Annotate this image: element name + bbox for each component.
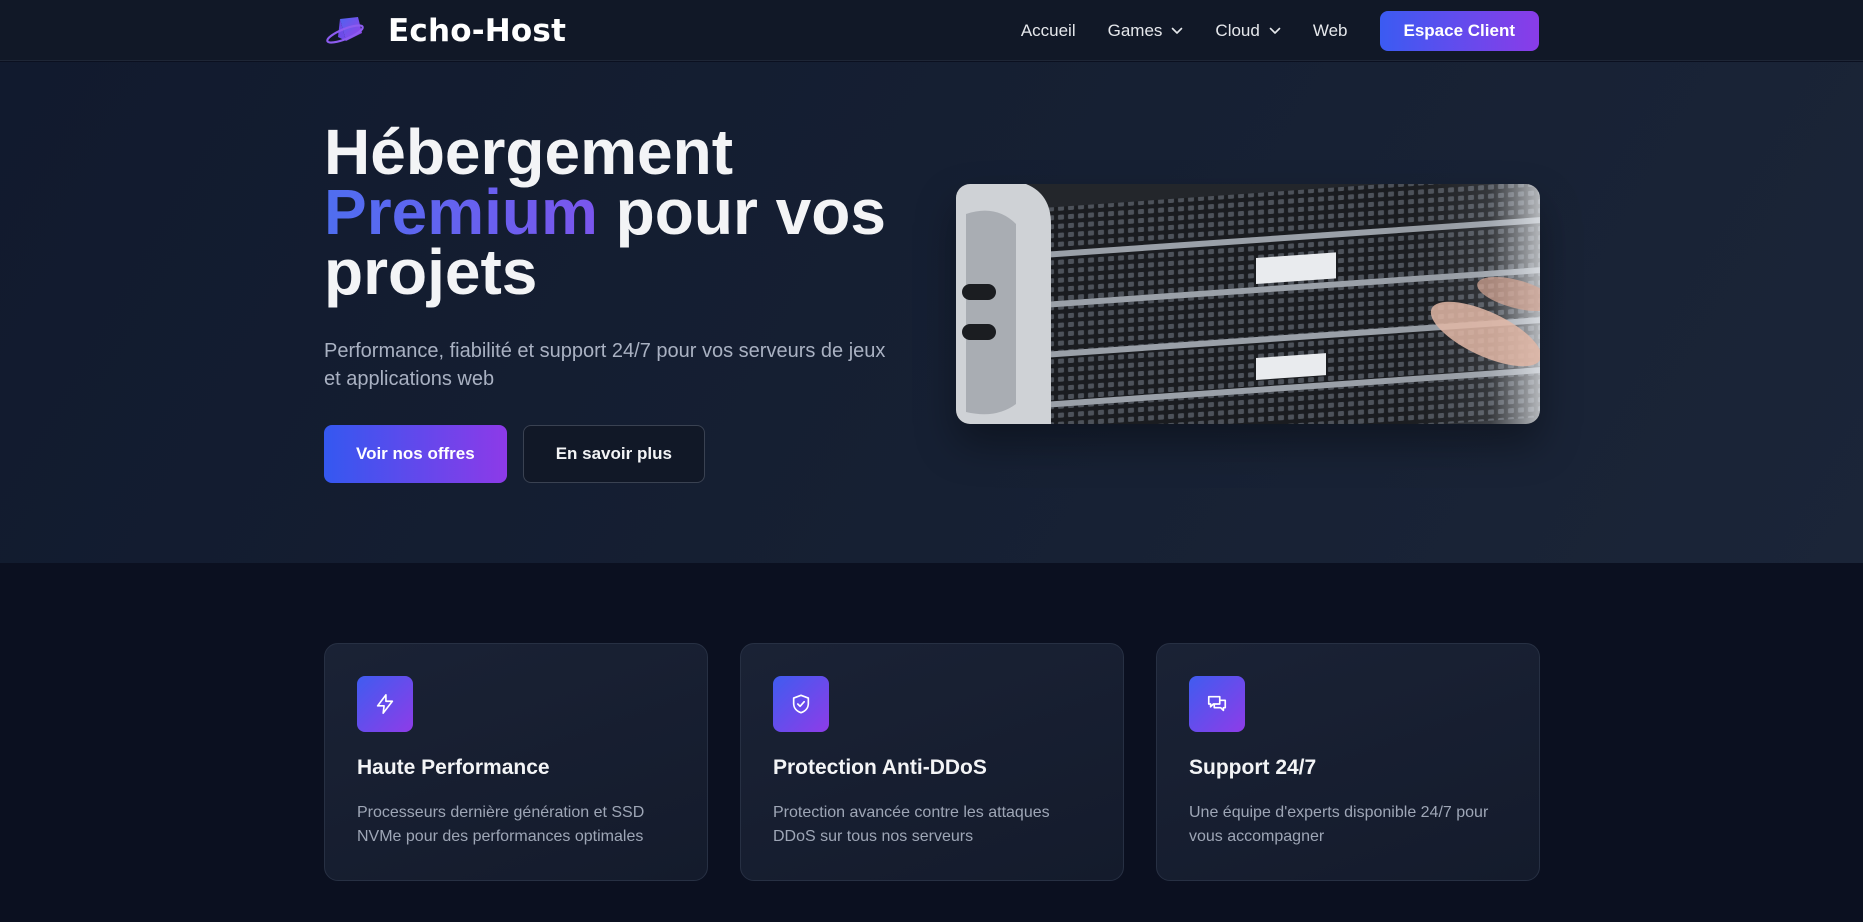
nav-cloud-label: Cloud (1215, 20, 1260, 40)
view-offers-button[interactable]: Voir nos offres (324, 425, 507, 483)
feature-card-ddos: Protection Anti-DDoS Protection avancée … (740, 643, 1124, 881)
navbar: Echo-Host Accueil Games Cloud Web Espace… (0, 0, 1863, 61)
feature-card-support: Support 24/7 Une équipe d'experts dispon… (1156, 643, 1540, 881)
server-rack-image (956, 184, 1540, 424)
brand-name: Echo-Host (388, 12, 567, 49)
features-section: Haute Performance Processeurs dernière g… (0, 563, 1863, 922)
main-nav: Accueil Games Cloud Web Espace Client (1021, 10, 1539, 51)
hero-subtitle: Performance, fiabilité et support 24/7 p… (324, 340, 886, 390)
brand[interactable]: Echo-Host (324, 13, 566, 49)
nav-web[interactable]: Web (1313, 21, 1348, 41)
server-rack-illustration (956, 184, 1540, 424)
feature-text: Protection avancée contre les attaques D… (773, 804, 1050, 845)
feature-icon-badge (1189, 676, 1245, 732)
nav-cloud[interactable]: Cloud (1215, 20, 1281, 41)
hero-title: Hébergement Premium pour vos projets (324, 120, 944, 304)
feature-title: Haute Performance (357, 756, 550, 779)
navbar-inner: Echo-Host Accueil Games Cloud Web Espace… (324, 0, 1539, 61)
feature-text: Une équipe d'experts disponible 24/7 pou… (1189, 804, 1489, 845)
hero-title-line2: pour vos (597, 176, 886, 248)
nav-web-label: Web (1312, 20, 1348, 40)
feature-title: Support 24/7 (1189, 756, 1317, 779)
hero-actions: Voir nos offres En savoir plus (324, 425, 705, 483)
nav-accueil[interactable]: Accueil (1021, 21, 1076, 41)
feature-text: Processeurs dernière génération et SSD N… (357, 804, 645, 845)
hero-section: Hébergement Premium pour vos projets Per… (0, 62, 1863, 563)
feature-card-performance: Haute Performance Processeurs dernière g… (324, 643, 708, 881)
shield-check-icon (792, 694, 810, 714)
nav-games[interactable]: Games (1108, 21, 1184, 41)
lightning-icon (376, 694, 394, 714)
planet-logo-icon (326, 16, 364, 44)
chevron-down-icon (1172, 27, 1183, 34)
feature-title: Protection Anti-DDoS (773, 756, 987, 779)
nav-games-label: Games (1107, 20, 1163, 40)
hero-title-line3: projets (324, 236, 538, 308)
learn-more-button[interactable]: En savoir plus (522, 425, 705, 483)
chevron-down-icon (1269, 27, 1281, 34)
client-area-button[interactable]: Espace Client (1379, 10, 1539, 51)
feature-icon-badge (773, 676, 829, 732)
chat-bubbles-icon (1207, 695, 1227, 712)
feature-icon-badge (357, 676, 413, 732)
nav-accueil-label: Accueil (1020, 20, 1076, 40)
